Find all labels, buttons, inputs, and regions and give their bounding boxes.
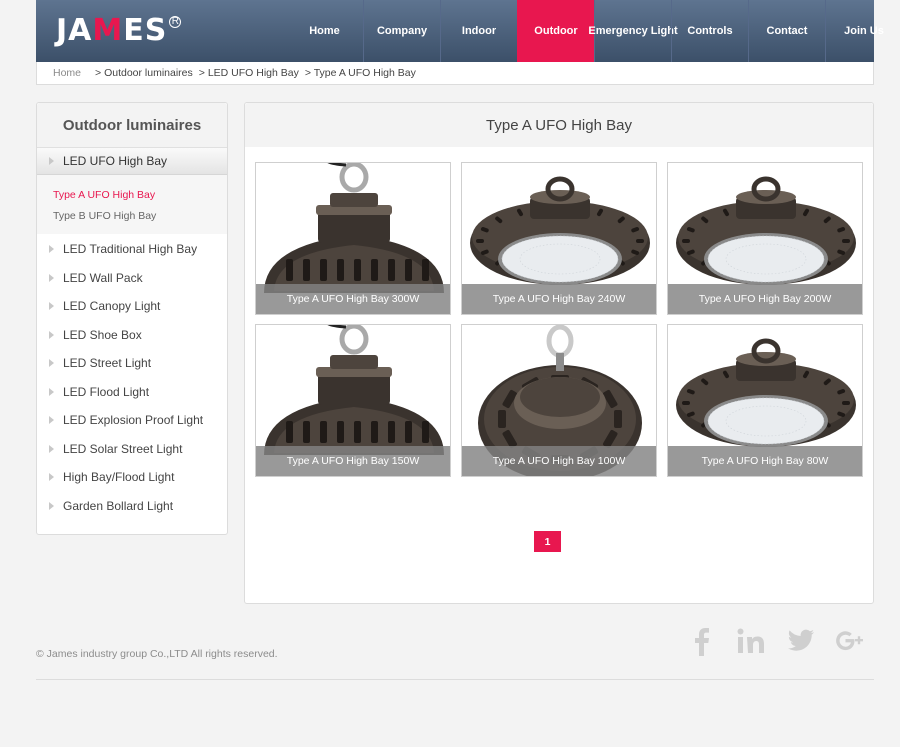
sidebar-item-label: Garden Bollard Light [63,498,174,513]
arrow-right-icon [49,302,54,311]
arrow-right-icon [49,473,54,482]
sidebar-item-label: LED Street Light [63,356,152,371]
sidebar-item-led-explosion-proof-light[interactable]: LED Explosion Proof Light [37,406,227,435]
sidebar-item-label: LED Canopy Light [63,299,161,314]
product-caption: Type A UFO High Bay 240W [462,284,656,314]
arrow-right-icon [49,444,54,453]
arrow-right-icon [49,359,54,368]
page-button-1[interactable]: 1 [534,531,561,552]
sidebar-item-led-street-light[interactable]: LED Street Light [37,349,227,378]
sidebar-list: LED Traditional High Bay LED Wall Pack LED… [37,235,227,520]
social-links [676,624,876,658]
arrow-right-icon [49,330,54,339]
product-caption: Type A UFO High Bay 150W [256,446,450,476]
sidebar-item-label: LED UFO High Bay [63,154,168,168]
main-content: Type A UFO High Bay Type A UFO High Bay … [244,102,874,604]
pagination: 1 [534,531,561,552]
nav-item-contact[interactable]: Contact [748,0,825,62]
logo-text: JAMES [56,13,168,48]
sidebar-item-label: LED Shoe Box [63,327,142,342]
site-header: JAMES R Home Company Indoor Outdoor Emergenc… [36,0,884,62]
nav-item-home[interactable]: Home [286,0,363,62]
sidebar-title: Outdoor luminaires [37,103,227,147]
breadcrumb-home[interactable]: Home [53,67,81,79]
nav-item-controls[interactable]: Controls [671,0,748,62]
product-card[interactable]: Type A UFO High Bay 100W [461,324,657,477]
sidebar-item-label: LED Wall Pack [63,270,143,285]
breadcrumb-item-ufo[interactable]: > LED UFO High Bay [199,67,299,79]
breadcrumb: Home > Outdoor luminaires > LED UFO High… [36,62,874,85]
sidebar-item-led-flood-light[interactable]: LED Flood Light [37,378,227,407]
arrow-right-icon [49,387,54,396]
product-card[interactable]: Type A UFO High Bay 300W [255,162,451,315]
sidebar-item-led-traditional-high-bay[interactable]: LED Traditional High Bay [37,235,227,264]
product-card[interactable]: Type A UFO High Bay 240W [461,162,657,315]
sidebar-item-label: High Bay/Flood Light [63,470,175,485]
main-nav: Home Company Indoor Outdoor Emergency Light C… [286,0,900,62]
copyright: © James industry group Co.,LTD All right… [36,648,278,660]
logo[interactable]: JAMES R [56,13,182,48]
sidebar-item-led-solar-street-light[interactable]: LED Solar Street Light [37,435,227,464]
footer-divider [36,679,874,680]
sidebar-submenu: Type A UFO High Bay Type B UFO High Bay [37,175,227,234]
sidebar-item-label: LED Solar Street Light [63,441,183,456]
arrow-right-icon [49,416,54,425]
sidebar-item-high-bay-flood-light[interactable]: High Bay/Flood Light [37,463,227,492]
arrow-right-icon [49,501,54,510]
arrow-right-icon [49,245,54,254]
sidebar-item-label: LED Explosion Proof Light [63,413,204,428]
product-card[interactable]: Type A UFO High Bay 200W [667,162,863,315]
product-caption: Type A UFO High Bay 200W [668,284,862,314]
product-caption: Type A UFO High Bay 80W [668,446,862,476]
page-title: Type A UFO High Bay [245,103,873,147]
breadcrumb-item-outdoor[interactable]: > Outdoor luminaires [95,67,193,79]
facebook-icon[interactable] [676,624,726,658]
nav-item-indoor[interactable]: Indoor [440,0,517,62]
sidebar-item-led-shoe-box[interactable]: LED Shoe Box [37,321,227,350]
sidebar-subitem-type-b-ufo-high-bay[interactable]: Type B UFO High Bay [37,205,227,226]
sidebar-item-led-wall-pack[interactable]: LED Wall Pack [37,264,227,293]
product-card[interactable]: Type A UFO High Bay 80W [667,324,863,477]
product-grid: Type A UFO High Bay 300W Type A UFO High… [255,162,863,477]
sidebar-item-label: LED Flood Light [63,384,150,399]
nav-item-company[interactable]: Company [363,0,440,62]
sidebar-item-label: LED Traditional High Bay [63,242,198,257]
product-caption: Type A UFO High Bay 300W [256,284,450,314]
sidebar-item-garden-bollard-light[interactable]: Garden Bollard Light [37,492,227,521]
sidebar-subitem-type-a-ufo-high-bay[interactable]: Type A UFO High Bay [37,184,227,205]
product-caption: Type A UFO High Bay 100W [462,446,656,476]
nav-item-join-us[interactable]: Join Us [825,0,900,62]
linkedin-icon[interactable] [726,624,776,658]
nav-item-outdoor[interactable]: Outdoor [517,0,594,62]
google-plus-icon[interactable] [826,624,876,658]
registered-mark: R [169,16,182,28]
twitter-icon[interactable] [776,624,826,658]
sidebar: Outdoor luminaires LED UFO High Bay Type… [36,102,228,535]
nav-item-emergency-light[interactable]: Emergency Light [588,0,678,62]
arrow-right-icon [49,273,54,282]
product-card[interactable]: Type A UFO High Bay 150W [255,324,451,477]
sidebar-item-led-ufo-high-bay[interactable]: LED UFO High Bay [37,147,227,175]
sidebar-item-led-canopy-light[interactable]: LED Canopy Light [37,292,227,321]
arrow-right-icon [49,157,54,165]
breadcrumb-item-current: > Type A UFO High Bay [304,67,416,79]
